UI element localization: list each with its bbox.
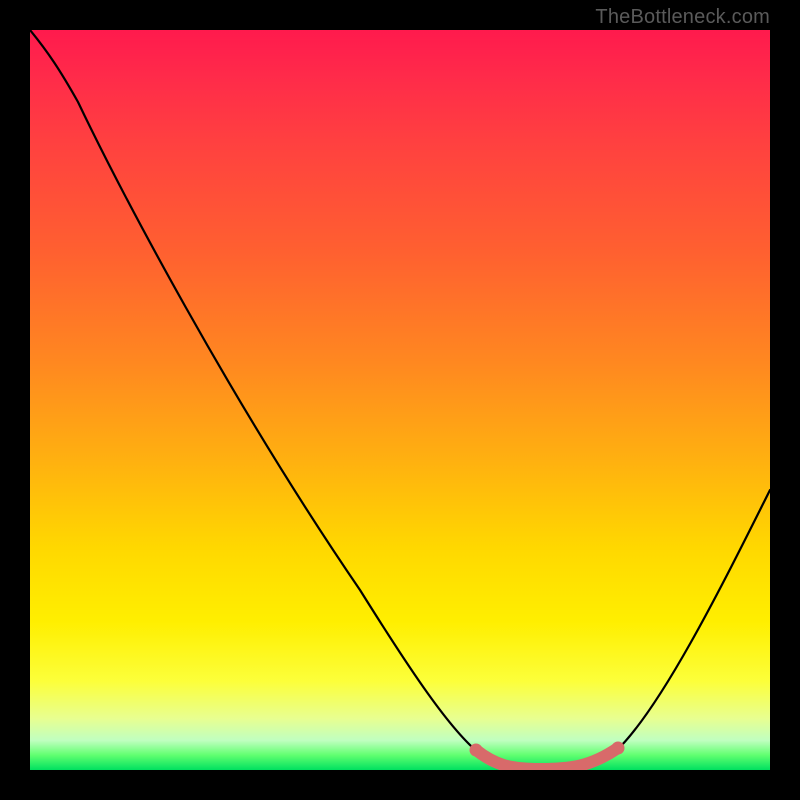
chart-svg xyxy=(30,30,770,770)
chart-frame: TheBottleneck.com xyxy=(0,0,800,800)
optimal-region-marker xyxy=(476,748,618,769)
optimal-region-end-dot xyxy=(612,742,625,755)
optimal-region-start-dot xyxy=(470,744,483,757)
plot-area xyxy=(30,30,770,770)
watermark-text: TheBottleneck.com xyxy=(595,6,770,29)
bottleneck-curve-line xyxy=(30,30,770,770)
